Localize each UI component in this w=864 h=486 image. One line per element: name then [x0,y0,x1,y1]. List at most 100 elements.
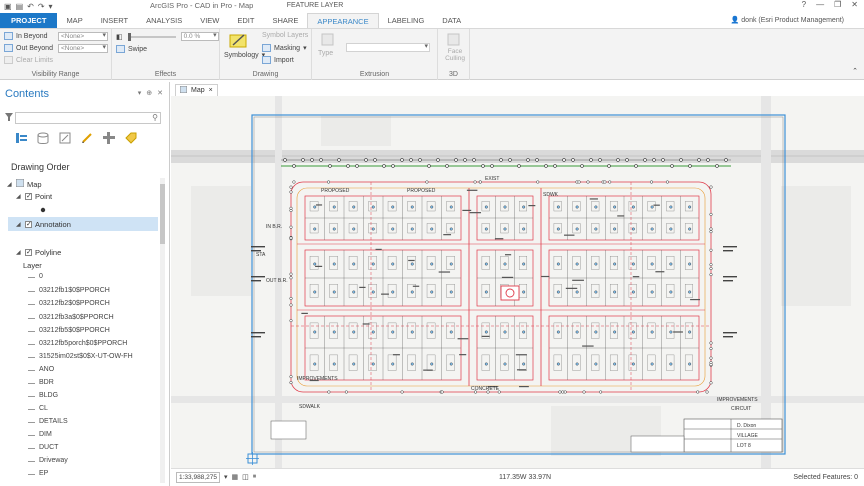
tab-project[interactable]: PROJECT [0,13,58,28]
survey-point [355,164,359,168]
point-visibility-checkbox[interactable]: ✓ [25,193,32,200]
scrollbar-thumb[interactable] [160,184,165,244]
layer-class-item[interactable]: 03212fb3a$0$PPORCH [28,314,114,321]
layer-class-item[interactable]: 03212fb2$0$PPORCH [28,300,110,307]
pause-icon[interactable]: ⏸ [253,473,257,481]
help-button[interactable]: ? [802,0,806,9]
tab-data[interactable]: DATA [433,13,470,28]
survey-point [418,158,422,162]
layer-class-item[interactable]: BLDG [27,392,58,399]
survey-point [535,158,539,162]
extrusion-expression-combo[interactable] [346,43,430,52]
tab-labeling[interactable]: LABELING [379,13,434,28]
transparency-value[interactable]: 0.0 % [180,32,219,41]
app-title: ArcGIS Pro - CAD in Pro - Map [150,1,254,10]
user-account[interactable]: 👤 donk (Esri Product Management) [731,16,844,24]
list-by-drawing-order-icon[interactable] [14,131,28,145]
grid-icon[interactable]: ▦ [232,473,239,481]
polyline-visibility-checkbox[interactable]: ✓ [25,249,32,256]
collapse-icon[interactable]: ◢ [7,181,13,188]
tab-analysis[interactable]: ANALYSIS [137,13,191,28]
list-by-snapping-icon[interactable] [102,131,116,145]
redo-icon[interactable]: ↷ [38,2,45,11]
layer-class-item[interactable]: 03212fb5$0$PPORCH [28,327,110,334]
tab-appearance[interactable]: APPEARANCE [307,13,379,28]
polyline-layer[interactable]: ◢ ✓ Polyline [16,248,61,257]
layer-class-item[interactable]: BDR [28,379,54,386]
list-by-data-source-icon[interactable] [36,131,50,145]
import-button[interactable]: Import [274,57,294,64]
list-by-labeling-icon[interactable] [124,131,138,145]
open-icon[interactable]: ▣ [4,2,12,11]
collapse-icon[interactable]: ◢ [16,221,22,228]
collapse-icon[interactable]: ◢ [16,249,22,256]
pane-options-icon[interactable]: ▾ [138,89,142,97]
symbology-button[interactable]: Symbology▾ [224,51,265,60]
layer-class-item[interactable]: Driveway [28,457,68,464]
transparency-slider[interactable] [126,32,178,41]
layer-class-item[interactable]: DIM [28,431,52,438]
face-culling-button[interactable]: Face Culling [440,48,470,62]
layer-class-item[interactable]: 03212fb1$0$PPORCH [28,287,110,294]
search-input[interactable]: ⚲ [15,112,161,124]
layer-class-item[interactable]: CL [28,405,48,412]
swipe-button[interactable]: Swipe [128,46,147,53]
tab-map[interactable]: MAP [57,13,91,28]
filter-icon[interactable] [5,112,13,124]
in-beyond-button[interactable]: In Beyond [16,33,48,40]
list-by-editing-icon[interactable] [80,131,94,145]
annotation-mark [501,276,514,279]
annotation-mark [315,204,323,206]
layer-class-item[interactable]: EP [27,470,48,477]
survey-point [715,164,719,168]
cad-drawing[interactable]: D. Dixon VILLAGE LOT 8 IMPROVEMENTS IMPR… [171,96,864,468]
scale-dropdown-icon[interactable]: ▾ [224,473,228,481]
lock-icon[interactable]: ◫ [242,473,249,481]
pane-close-icon[interactable]: ✕ [157,89,163,97]
map-tab-close-icon[interactable]: × [209,87,213,94]
annotation-visibility-checkbox[interactable]: ✓ [25,221,32,228]
lot-point [503,330,507,334]
extrusion-type-row: Type [318,50,333,57]
list-by-selection-icon[interactable] [58,131,72,145]
tab-insert[interactable]: INSERT [92,13,137,28]
pane-pin-icon[interactable]: ⊕ [146,89,152,97]
layer-class-item[interactable]: DUCT [27,444,58,451]
survey-point [696,390,700,394]
masking-button[interactable]: Masking [274,45,300,52]
out-beyond-scale-combo[interactable]: <None> [58,44,108,53]
lot-point [391,227,395,231]
clear-limits-button[interactable]: Clear Limits [16,57,53,64]
save-icon[interactable]: ▤ [16,2,24,11]
map-node[interactable]: ◢ Map [7,178,42,189]
layer-class-item[interactable]: 03212fb5porch$0$PPORCH [27,340,127,347]
survey-point [490,164,494,168]
undo-icon[interactable]: ↶ [27,2,34,11]
restore-button[interactable]: ❐ [834,0,841,9]
extrusion-type-button[interactable]: Type [318,50,333,57]
collapse-icon[interactable]: ◢ [16,193,22,200]
annotation-layer[interactable]: ◢ ✓ Annotation [16,220,71,229]
customize-icon[interactable]: ▾ [49,2,53,11]
scale-combo[interactable]: 1:33,988,275 [176,472,220,483]
in-beyond-scale-combo[interactable]: <None> [58,32,108,41]
contents-scrollbar[interactable] [160,178,165,483]
close-button[interactable]: ✕ [851,0,858,9]
collapse-ribbon-button[interactable]: ⌃ [852,67,858,75]
layer-class-item[interactable]: 31525im02st$0$X-UT-OW-FH [28,353,133,360]
out-beyond-button[interactable]: Out Beyond [16,45,53,52]
tab-edit[interactable]: EDIT [228,13,263,28]
symbol-layers-button[interactable]: Symbol Layers [262,32,308,39]
tab-share[interactable]: SHARE [263,13,307,28]
point-layer[interactable]: ◢ ✓ Point [16,192,52,201]
minimize-button[interactable]: — [816,0,824,9]
map-canvas[interactable]: D. Dixon VILLAGE LOT 8 IMPROVEMENTS IMPR… [171,96,864,468]
tab-view[interactable]: VIEW [191,13,228,28]
layer-class-item[interactable]: 0 [28,273,43,280]
layer-class-item[interactable]: DETAILS [28,418,68,425]
navigator-icon[interactable] [246,452,259,465]
layer-class-item[interactable]: ANO [27,366,54,373]
map-view-tab[interactable]: Map × [175,84,218,96]
map-label: EXIST [485,176,499,182]
lot-point [613,262,617,266]
